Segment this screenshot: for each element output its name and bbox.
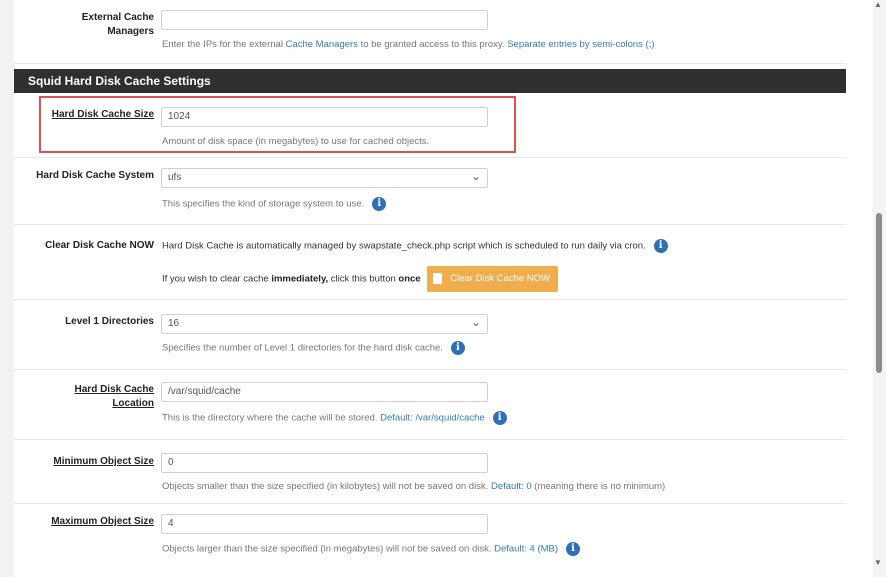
trash-icon [433,272,443,284]
clear-cache-info-text: Hard Disk Cache is automatically managed… [162,239,668,254]
hd-cache-system-label: Hard Disk Cache System [36,170,154,181]
info-icon[interactable]: i [653,239,668,253]
min-object-size-input[interactable]: 0 [161,453,488,473]
scroll-down-arrow-icon[interactable]: ▼ [874,558,882,567]
row-hd-cache-system: Hard Disk Cache System ufs This specifie… [14,158,846,225]
external-cache-managers-input[interactable] [161,10,488,30]
clear-disk-cache-label: Clear Disk Cache NOW [45,240,154,251]
min-object-size-help: Objects smaller than the size specified … [162,481,666,492]
cache-managers-link[interactable]: Cache Managers [286,39,358,50]
row-external-cache-managers: External Cache Managers Enter the IPs fo… [14,0,846,64]
external-cache-managers-help: Enter the IPs for the external Cache Man… [162,39,655,50]
row-level1-directories: Level 1 Directories 16 Specifies the num… [14,300,846,370]
hd-cache-location-input[interactable]: /var/squid/cache [161,382,488,402]
hd-cache-system-select[interactable]: ufs [161,167,488,188]
hd-cache-system-help: This specifies the kind of storage syste… [162,197,387,212]
info-icon[interactable]: i [450,341,465,355]
section-header: Squid Hard Disk Cache Settings [14,69,846,93]
highlight-box [39,96,516,153]
info-icon[interactable]: i [372,197,387,211]
min-object-size-label: Minimum Object Size [53,456,154,467]
row-min-object-size: Minimum Object Size 0 Objects smaller th… [14,440,846,504]
max-object-size-help: Objects larger than the size specified (… [162,542,581,557]
row-max-object-size: Maximum Object Size 4 Objects larger tha… [14,504,846,577]
scrollbar-thumb[interactable] [876,213,882,373]
max-object-size-label: Maximum Object Size [51,516,154,527]
row-clear-disk-cache: Clear Disk Cache NOW Hard Disk Cache is … [14,225,846,300]
clear-cache-instruction: If you wish to clear cache immediately, … [162,266,559,292]
scroll-up-arrow-icon[interactable]: ▲ [874,0,882,9]
info-icon[interactable]: i [566,542,581,556]
level1-directories-label: Level 1 Directories [65,316,154,327]
info-icon[interactable]: i [492,411,507,425]
hd-cache-location-label: Hard Disk Cache Location [74,384,154,409]
hd-cache-location-help: This is the directory where the cache wi… [162,411,507,426]
clear-disk-cache-button[interactable]: Clear Disk Cache NOW [427,266,559,292]
external-cache-managers-label: External Cache Managers [81,12,154,37]
max-object-size-input[interactable]: 4 [161,514,488,534]
row-hd-cache-location: Hard Disk Cache Location /var/squid/cach… [14,370,846,440]
level1-directories-select[interactable]: 16 [161,313,488,334]
left-gutter [0,0,14,577]
level1-directories-help: Specifies the number of Level 1 director… [162,341,465,356]
